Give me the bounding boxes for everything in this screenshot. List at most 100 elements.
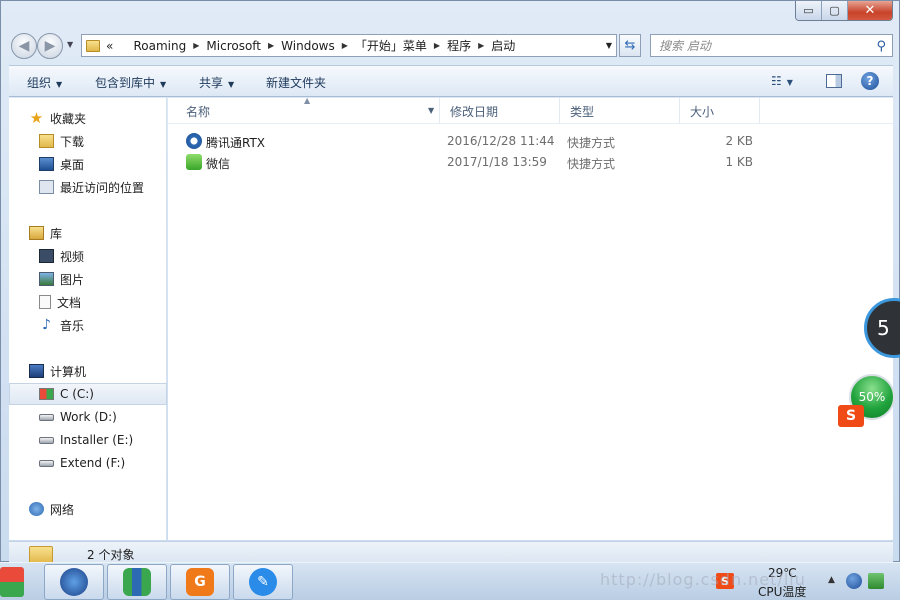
watermark: http://blog.csdn.net/liu [600,570,806,589]
sogou-ime-icon[interactable]: S [838,405,864,427]
start-button[interactable] [0,567,24,597]
column-header-name[interactable]: 名称 ▲ ▼ [168,96,440,124]
tray-app-icon[interactable] [846,573,862,589]
browser-icon [60,568,88,596]
maximize-button[interactable]: ▢ [822,1,848,20]
nav-pictures[interactable]: 图片 [9,268,167,290]
nav-drive-e[interactable]: Installer (E:) [9,429,167,451]
search-icon[interactable]: ⚲ [876,39,886,54]
chevron-down-icon[interactable]: ▼ [428,106,434,115]
pdf-icon: G [186,568,214,596]
organize-button[interactable]: 组织 ▼ [27,74,62,91]
arrow-left-icon: ◀ [18,38,30,54]
computer-icon [29,364,44,378]
refresh-button[interactable]: ⇆ [619,34,641,57]
nav-desktop[interactable]: 桌面 [9,153,167,175]
network-icon [29,502,44,516]
chevron-down-icon: ▼ [228,80,235,89]
breadcrumb-programs[interactable]: 程序 [447,37,471,54]
help-button[interactable]: ? [861,72,879,90]
breadcrumb-roaming[interactable]: Roaming [134,39,187,53]
breadcrumb-separator-icon[interactable]: ▶ [342,41,348,50]
address-bar[interactable]: « ▶ Roaming ▶ Microsoft ▶ Windows ▶ 「开始」… [81,34,617,57]
nav-videos[interactable]: 视频 [9,245,167,267]
nav-music[interactable]: ♪ 音乐 [9,314,167,336]
network-tray-icon[interactable] [868,573,884,589]
document-icon [39,295,51,309]
nav-libraries[interactable]: 库 [9,222,167,244]
include-library-button[interactable]: 包含到库中 ▼ [95,74,166,91]
drive-icon [39,436,54,444]
taskbar-app-notes[interactable]: ✎ [233,564,293,600]
taskbar-app-books[interactable] [107,564,167,600]
chevron-up-icon[interactable]: ▲ [828,575,835,585]
column-header-type[interactable]: 类型 [560,98,680,124]
folder-icon [86,39,100,52]
nav-network[interactable]: 网络 [9,498,167,520]
search-placeholder: 搜索 启动 [659,39,711,53]
command-bar: 组织 ▼ 包含到库中 ▼ 共享 ▼ 新建文件夹 ☷ ▼ ? [9,65,893,97]
close-button[interactable]: ✕ [848,1,892,20]
chevron-down-icon: ▼ [786,78,793,87]
nav-recent[interactable]: 最近访问的位置 [9,176,167,198]
recent-places-icon [39,180,54,194]
breadcrumb-separator-icon[interactable]: ▶ [193,41,199,50]
nav-drive-d[interactable]: Work (D:) [9,406,167,428]
address-row: ◀ ▶ ▼ « ▶ Roaming ▶ Microsoft ▶ Windows … [9,31,893,61]
history-dropdown-icon[interactable]: ▼ [67,40,73,49]
picture-icon [39,272,54,286]
search-input[interactable]: 搜索 启动 ⚲ [650,34,893,57]
system-drive-icon [39,388,54,400]
library-icon [29,226,44,240]
preview-pane-button[interactable] [826,74,842,88]
minimize-button[interactable]: ▭ [796,1,822,20]
forward-button[interactable]: ▶ [37,33,63,59]
change-view-button[interactable]: ☷ ▼ [771,74,793,88]
download-folder-icon [39,134,54,148]
nav-downloads[interactable]: 下载 [9,130,167,152]
pen-icon: ✎ [249,568,277,596]
music-note-icon: ♪ [42,317,51,333]
caption-buttons: ▭ ▢ ✕ [795,1,893,21]
share-button[interactable]: 共享 ▼ [199,74,234,91]
chevron-down-icon: ▼ [160,80,167,89]
file-row[interactable]: 腾讯通RTX 2016/12/28 11:44 快捷方式 2 KB [178,131,878,152]
video-icon [39,249,54,263]
explorer-window: ▭ ▢ ✕ ◀ ▶ ▼ « ▶ Roaming ▶ Microsoft ▶ Wi… [0,0,900,564]
desktop-icon [39,157,54,171]
breadcrumb-overflow[interactable]: « [106,39,113,53]
breadcrumb-windows[interactable]: Windows [281,39,335,53]
new-folder-button[interactable]: 新建文件夹 [266,74,326,91]
file-row[interactable]: 微信 2017/1/18 13:59 快捷方式 1 KB [178,152,878,173]
refresh-icon: ⇆ [624,38,636,53]
drive-icon [39,459,54,467]
nav-computer[interactable]: 计算机 [9,360,167,382]
column-headers: 名称 ▲ ▼ 修改日期 类型 大小 [168,96,893,124]
rtx-shortcut-icon [186,133,202,149]
navigation-pane: ★ 收藏夹 下载 桌面 最近访问的位置 库 视频 图片 文档 ♪ 音乐 计算机 … [9,98,167,540]
star-icon: ★ [29,109,44,127]
file-list: 名称 ▲ ▼ 修改日期 类型 大小 腾讯通RTX 2016/12/28 11:4… [168,96,893,540]
breadcrumb-start-menu[interactable]: 「开始」菜单 [355,37,427,54]
column-header-date[interactable]: 修改日期 [440,98,560,124]
back-button[interactable]: ◀ [11,33,37,59]
item-count: 2 个对象 [87,548,135,562]
taskbar-app-browser[interactable] [44,564,104,600]
taskbar-app-pdf[interactable]: G [170,564,230,600]
breadcrumb-microsoft[interactable]: Microsoft [206,39,261,53]
breadcrumb-separator-icon[interactable]: ▶ [434,41,440,50]
status-bar: 2 个对象 [9,541,893,564]
nav-drive-f[interactable]: Extend (F:) [9,452,167,474]
arrow-right-icon: ▶ [44,38,56,54]
breadcrumb-separator-icon[interactable]: ▶ [268,41,274,50]
column-header-size[interactable]: 大小 [680,98,760,124]
wechat-shortcut-icon [186,154,202,170]
breadcrumb-startup[interactable]: 启动 [491,37,515,54]
nav-drive-c[interactable]: C (C:) [9,383,167,405]
sort-ascending-icon: ▲ [304,96,311,105]
nav-documents[interactable]: 文档 [9,291,167,313]
address-dropdown-icon[interactable]: ▼ [606,41,612,50]
nav-favorites[interactable]: ★ 收藏夹 [9,107,167,129]
breadcrumb-separator-icon[interactable]: ▶ [478,41,484,50]
books-icon [123,568,151,596]
